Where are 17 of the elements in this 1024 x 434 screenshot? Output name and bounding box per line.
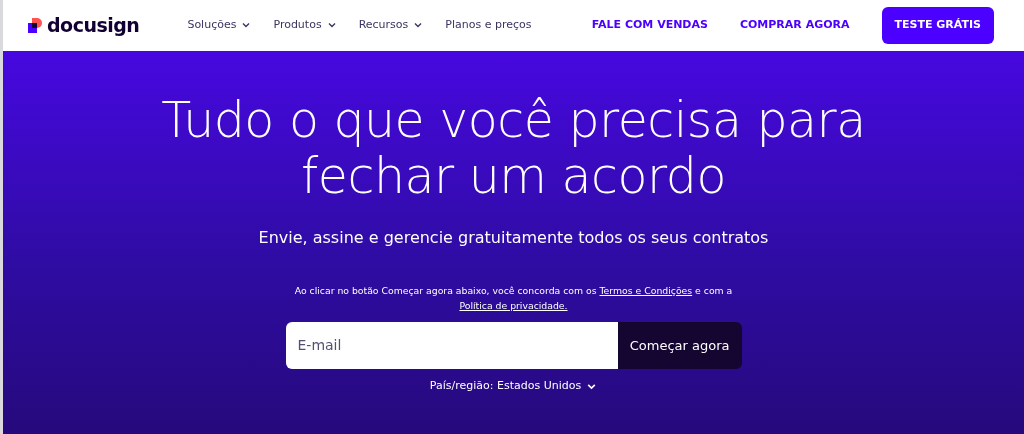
nav-menu-item[interactable]: Recursos (358, 17, 424, 34)
logo-icon (28, 18, 43, 33)
hero-title: Tudo o que você precisa para fechar um acordo (160, 93, 867, 206)
header-link[interactable]: COMPRAR AGORA (739, 17, 850, 34)
region-selector[interactable]: País/região: Estados Unidos (423, 377, 604, 396)
nav-menu-item[interactable]: Planos e preços (445, 17, 532, 34)
start-button[interactable]: Começar agora (617, 322, 742, 370)
nav-menu-item[interactable]: Soluções (187, 17, 252, 34)
nav-menu-item[interactable]: Produtos (273, 17, 337, 34)
terms-link[interactable]: Termos e Condições (599, 284, 693, 296)
header-link[interactable]: FALE COM VENDAS (591, 17, 708, 34)
hero-subtitle: Envie, assine e gerencie gratuitamente todos os seus contratos (258, 226, 769, 249)
email-field[interactable]: E-mail (285, 322, 618, 370)
consent-text: Ao clicar no botão Começar agora abaixo, você concorda com os Termos e Condições e com a Política de privacidade. (293, 283, 734, 313)
terms-link[interactable]: Política de privacidade. (459, 299, 568, 311)
trial-button[interactable]: TESTE GRÁTIS (881, 7, 994, 44)
logo-text[interactable]: docusign (47, 11, 140, 40)
